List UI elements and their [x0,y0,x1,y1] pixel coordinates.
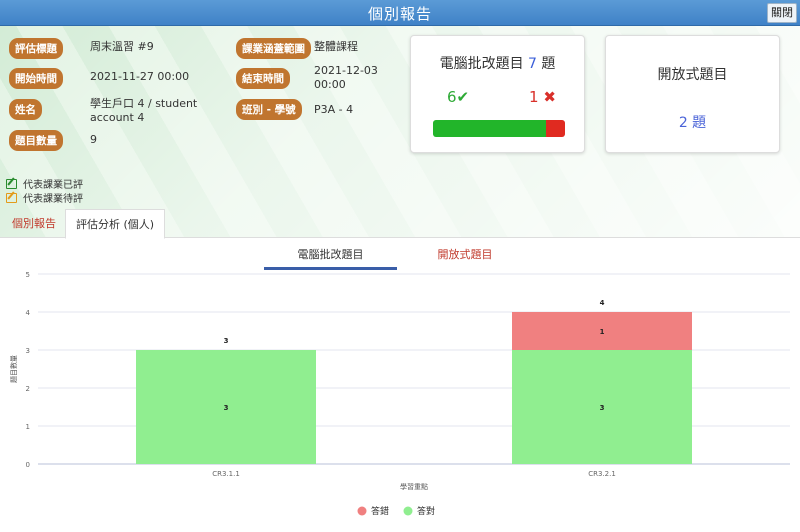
check-icon: ✔ [456,88,470,106]
end-time-value: 2021-12-03 00:00 [314,64,378,91]
x-tick-label: CR3.2.1 [588,470,616,478]
wrong-count: 1 ✖ [529,88,556,106]
window-title: 個別報告 [367,5,432,23]
x-tick-label: CR3.1.1 [212,470,240,478]
legend-label: 答錯 [371,505,389,517]
y-axis-label: 題目數量 [9,355,18,383]
class-number-value: P3A - 4 [314,103,354,116]
bar-total-label: 3 [224,337,229,345]
y-tick-label: 4 [26,309,31,317]
legend-graded: 代表課業已評 [6,176,83,191]
tab-individual-report[interactable]: 個別報告 [2,209,66,238]
stacked-bar-chart: 0 1 2 3 4 5 題目數量 3 3 CR3.1.1 3 1 4 CR3.2.1 學習重點答錯 答對 [9,271,790,517]
bar-value-label: 3 [600,404,605,412]
score-progress-bar [433,120,565,137]
cross-icon: ✖ [543,88,556,106]
edit-orange-icon [6,192,17,203]
coverage-label: 課業涵蓋範圍 [236,38,311,59]
class-number-label: 班別 - 學號 [236,99,302,120]
auto-graded-card: 電腦批改題目 7 題 6✔ 1 ✖ [410,35,585,153]
y-tick-label: 3 [26,347,30,355]
y-tick-label: 0 [26,461,30,469]
progress-wrong [546,120,565,137]
y-tick-label: 5 [26,271,30,279]
assessment-title-label: 評估標題 [9,38,63,59]
start-time-value: 2021-11-27 00:00 [90,70,190,83]
x-axis-label: 學習重點 [400,482,428,491]
bar-total-label: 4 [600,299,605,307]
coverage-value: 整體課程 [314,40,358,53]
question-count-label: 題目數量 [9,130,63,151]
assessment-title-value: 周末溫習 #9 [90,40,154,53]
open-ended-title: 開放式題目 [657,67,728,83]
edit-green-icon [6,178,17,189]
question-count-value: 9 [90,133,97,146]
subtab-open-ended[interactable]: 開放式題目 [400,246,530,262]
title-bar: 個別報告 關閉 [0,0,800,26]
open-ended-count: 2 題 [678,115,707,131]
report-header: 評估標題 周末溫習 #9 開始時間 2021-11-27 00:00 姓名 學生… [0,26,800,238]
legend-pending: 代表課業待評 [6,190,83,205]
bar-value-label: 3 [224,404,229,412]
y-tick-label: 1 [26,423,30,431]
legend-marker [357,506,367,516]
close-button[interactable]: 關閉 [767,3,797,23]
name-label: 姓名 [9,99,42,120]
name-value: 學生戶口 4 / student account 4 [90,97,198,124]
progress-correct [433,120,547,137]
start-time-label: 開始時間 [9,68,63,89]
end-time-label: 結束時間 [236,68,290,89]
legend-marker [403,506,413,516]
bar-value-label: 1 [600,328,605,336]
legend-pending-label: 代表課業待評 [23,194,83,205]
tab-bar: 個別報告 評估分析 (個人) [0,209,800,239]
legend-graded-label: 代表課業已評 [23,180,83,191]
tab-analysis[interactable]: 評估分析 (個人) [65,209,166,239]
open-ended-card: 開放式題目 2 題 [605,35,780,153]
legend-label: 答對 [417,505,435,517]
y-tick-label: 2 [26,385,30,393]
auto-graded-title: 電腦批改題目 7 題 [439,56,556,72]
correct-count: 6✔ [447,88,470,106]
